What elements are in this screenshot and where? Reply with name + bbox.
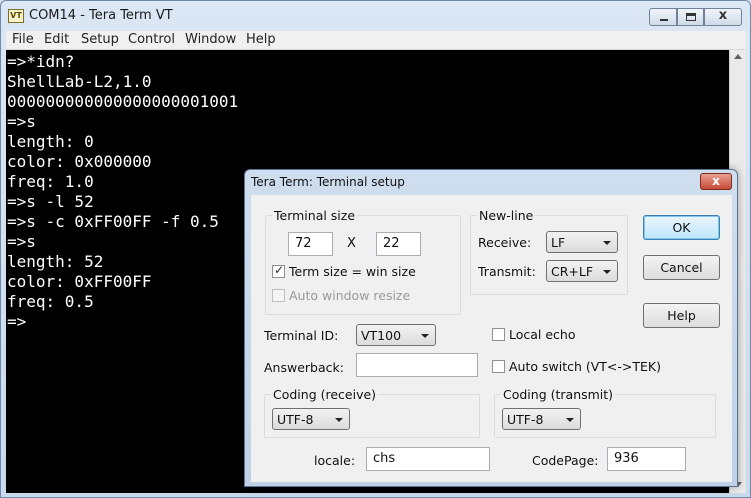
auto-window-resize-checkbox[interactable] — [272, 289, 285, 302]
minimize-button[interactable] — [649, 8, 677, 26]
terminal-id-select[interactable]: VT100 — [356, 324, 436, 346]
dialog-close-button[interactable]: x — [700, 173, 732, 190]
terminal-line: =>s -c 0xFF00FF -f 0.5 — [7, 212, 219, 231]
terminal-line: color: 0xFF00FF — [7, 272, 152, 291]
coding-transmit-title: Coding (transmit) — [501, 387, 616, 402]
terminal-line: length: 0 — [7, 132, 94, 151]
scroll-up-icon[interactable] — [734, 54, 742, 59]
transmit-value: CR+LF — [551, 264, 594, 279]
terminal-line: 000000000000000000001001 — [7, 92, 239, 111]
new-line-title: New-line — [477, 208, 536, 223]
terminal-line: => — [7, 312, 27, 331]
coding-receive-title: Coding (receive) — [271, 387, 379, 402]
menu-bar: File Edit Setup Control Window Help — [6, 31, 746, 50]
menu-file[interactable]: File — [12, 32, 34, 47]
checkmark-icon: ✓ — [274, 263, 285, 277]
menu-setup[interactable]: Setup — [81, 32, 119, 47]
terminal-id-value: VT100 — [361, 328, 402, 343]
menu-edit[interactable]: Edit — [44, 32, 69, 47]
minimize-icon — [660, 19, 668, 21]
new-line-group: New-line — [470, 208, 628, 295]
window-title: COM14 - Tera Term VT — [29, 8, 173, 23]
transmit-select[interactable]: CR+LF — [546, 260, 618, 282]
maximize-icon — [686, 13, 696, 21]
answerback-label: Answerback: — [264, 360, 344, 375]
cancel-button[interactable]: Cancel — [643, 255, 720, 280]
terminal-line: =>s — [7, 232, 36, 251]
ok-button[interactable]: OK — [643, 215, 720, 240]
terminal-line: =>*idn? — [7, 52, 75, 71]
receive-value: LF — [551, 235, 566, 250]
close-icon: x — [718, 8, 728, 23]
chevron-down-icon — [566, 418, 574, 422]
terminal-size-title: Terminal size — [272, 208, 358, 223]
tera-term-app-icon[interactable]: VT — [8, 9, 24, 23]
terminal-setup-dialog: Tera Term: Terminal setup x Terminal siz… — [244, 169, 738, 487]
coding-receive-select[interactable]: UTF-8 — [272, 408, 350, 430]
menu-help[interactable]: Help — [246, 32, 276, 47]
maximize-button[interactable] — [677, 8, 704, 26]
terminal-output: =>*idn? ShellLab-L2,1.0 0000000000000000… — [7, 52, 238, 332]
help-button[interactable]: Help — [643, 303, 720, 328]
receive-select[interactable]: LF — [546, 231, 618, 253]
terminal-line: freq: 1.0 — [7, 172, 94, 191]
terminal-line: color: 0x000000 — [7, 152, 152, 171]
codepage-input[interactable]: 936 — [607, 447, 686, 471]
auto-switch-checkbox[interactable] — [492, 360, 505, 373]
terminal-rows-input[interactable]: 22 — [376, 232, 421, 256]
terminal-line: =>s -l 52 — [7, 192, 94, 211]
terminal-line: freq: 0.5 — [7, 292, 94, 311]
local-echo-checkbox[interactable] — [492, 328, 505, 341]
terminal-line: ShellLab-L2,1.0 — [7, 72, 152, 91]
terminal-id-label: Terminal ID: — [264, 328, 339, 343]
auto-window-resize-label: Auto window resize — [289, 288, 411, 303]
menu-control[interactable]: Control — [128, 32, 175, 47]
receive-label: Receive: — [478, 235, 532, 250]
transmit-label: Transmit: — [478, 264, 536, 279]
auto-switch-label: Auto switch (VT<->TEK) — [509, 359, 662, 374]
menu-window[interactable]: Window — [185, 32, 236, 47]
dialog-title: Tera Term: Terminal setup — [251, 175, 405, 189]
terminal-line: =>s — [7, 112, 36, 131]
size-separator: X — [347, 236, 356, 251]
close-button[interactable]: x — [704, 8, 742, 26]
local-echo-label: Local echo — [509, 327, 576, 342]
chevron-down-icon — [603, 270, 611, 274]
coding-transmit-select[interactable]: UTF-8 — [502, 408, 581, 430]
codepage-label: CodePage: — [532, 453, 599, 468]
terminal-cols-input[interactable]: 72 — [288, 232, 333, 256]
locale-input[interactable]: chs — [366, 447, 490, 471]
coding-receive-value: UTF-8 — [277, 412, 314, 427]
chevron-down-icon — [421, 334, 429, 338]
answerback-input[interactable] — [356, 353, 478, 377]
chevron-down-icon — [335, 418, 343, 422]
coding-transmit-value: UTF-8 — [507, 412, 544, 427]
dialog-body: Terminal size 72 X 22 ✓ Term size = win … — [251, 195, 732, 482]
term-size-win-size-checkbox[interactable]: ✓ — [272, 263, 285, 278]
title-bar[interactable]: VT COM14 - Tera Term VT x — [1, 1, 750, 31]
terminal-line: length: 52 — [7, 252, 104, 271]
term-size-win-size-label: Term size = win size — [289, 264, 416, 279]
chevron-down-icon — [603, 241, 611, 245]
close-icon: x — [712, 174, 720, 188]
locale-label: locale: — [314, 453, 356, 468]
